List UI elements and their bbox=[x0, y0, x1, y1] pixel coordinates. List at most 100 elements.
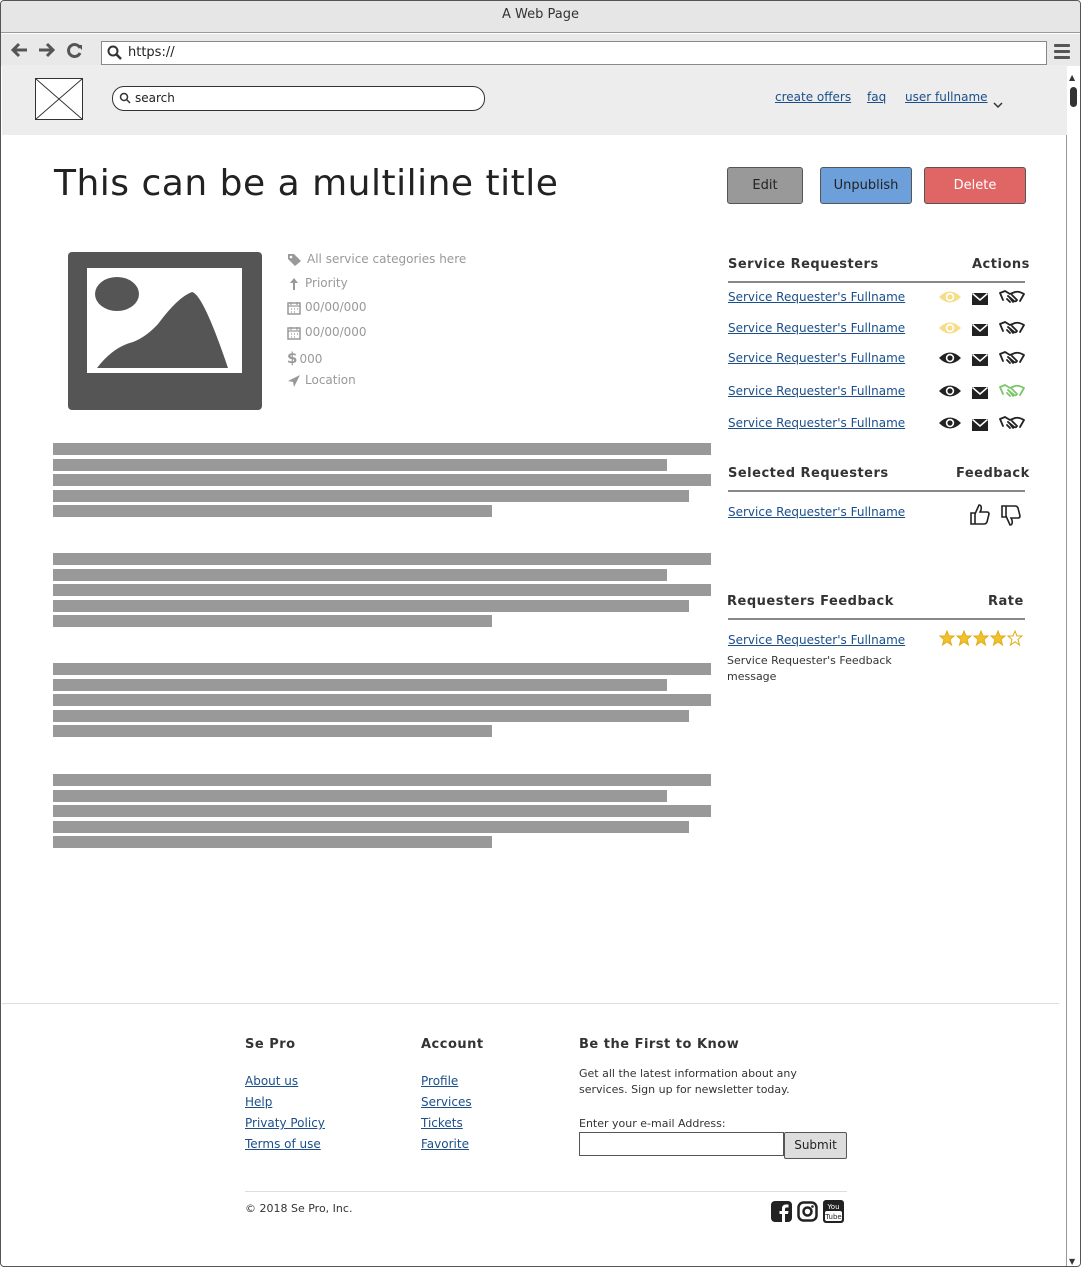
about-us-link[interactable]: About us bbox=[245, 1074, 298, 1088]
instagram-icon[interactable] bbox=[797, 1201, 818, 1226]
dollar-icon: $ bbox=[287, 349, 298, 367]
footer-heading-newsletter: Be the First to Know bbox=[579, 1037, 740, 1052]
search-icon bbox=[119, 92, 131, 104]
search-placeholder: search bbox=[135, 91, 175, 105]
star-filled-icon bbox=[972, 629, 990, 650]
terms-of-use-link[interactable]: Terms of use bbox=[245, 1137, 321, 1151]
date2-text: 00/00/000 bbox=[305, 325, 367, 339]
tickets-link[interactable]: Tickets bbox=[421, 1116, 463, 1130]
handshake-icon[interactable] bbox=[999, 350, 1025, 370]
help-link[interactable]: Help bbox=[245, 1095, 272, 1109]
message-envelope-icon[interactable] bbox=[972, 291, 988, 310]
faq-link[interactable]: faq bbox=[867, 90, 886, 104]
scroll-up-icon[interactable]: ▲ bbox=[1069, 73, 1075, 82]
requester-name-link[interactable]: Service Requester's Fullname bbox=[728, 351, 905, 365]
unpublish-button[interactable]: Unpublish bbox=[820, 167, 912, 204]
thumbs-up-icon[interactable] bbox=[969, 502, 991, 530]
arrow-up-icon bbox=[290, 277, 298, 290]
services-link[interactable]: Services bbox=[421, 1095, 472, 1109]
window-titlebar: A Web Page bbox=[1, 1, 1080, 33]
handshake-icon[interactable] bbox=[999, 415, 1025, 435]
meta-date-1: 00/00/000 bbox=[287, 300, 367, 315]
tags-icon bbox=[288, 253, 301, 266]
handshake-icon[interactable] bbox=[999, 383, 1025, 403]
create-offers-link[interactable]: create offers bbox=[775, 90, 851, 104]
scroll-down-icon[interactable]: ▼ bbox=[1069, 1257, 1075, 1266]
view-eye-icon[interactable] bbox=[938, 350, 962, 370]
scroll-thumb[interactable] bbox=[1070, 87, 1077, 107]
user-menu-link[interactable]: user fullname bbox=[905, 90, 988, 104]
footer-heading-sepro: Se Pro bbox=[245, 1037, 296, 1052]
footer-heading-account: Account bbox=[421, 1037, 484, 1052]
back-icon[interactable] bbox=[10, 42, 29, 63]
menu-icon[interactable] bbox=[1054, 44, 1070, 62]
newsletter-text-2: services. Sign up for newsletter today. bbox=[579, 1083, 790, 1096]
handshake-icon[interactable] bbox=[999, 320, 1025, 340]
delete-button[interactable]: Delete bbox=[924, 167, 1026, 204]
view-eye-icon[interactable] bbox=[938, 415, 962, 435]
svg-text:You: You bbox=[826, 1203, 839, 1211]
selected-requester-link[interactable]: Service Requester's Fullname bbox=[728, 505, 905, 519]
favorite-link[interactable]: Favorite bbox=[421, 1137, 469, 1151]
view-eye-icon[interactable] bbox=[938, 320, 962, 340]
footer-separator bbox=[245, 1191, 847, 1192]
actions-heading: Actions bbox=[972, 257, 1030, 272]
feedback-heading: Feedback bbox=[956, 466, 1030, 481]
divider bbox=[728, 490, 1025, 492]
browser-window: A Web Page https:// ▲ ▼ search create of bbox=[0, 0, 1081, 1267]
meta-location: Location bbox=[287, 373, 356, 388]
logo[interactable] bbox=[35, 78, 83, 120]
location-text: Location bbox=[305, 373, 356, 387]
divider bbox=[728, 618, 1025, 620]
submit-button[interactable]: Submit bbox=[784, 1132, 847, 1159]
facebook-icon[interactable] bbox=[771, 1201, 792, 1226]
reload-icon[interactable] bbox=[66, 42, 84, 63]
service-requesters-heading: Service Requesters bbox=[728, 257, 879, 272]
youtube-icon[interactable]: You Tube bbox=[823, 1200, 844, 1227]
profile-link[interactable]: Profile bbox=[421, 1074, 458, 1088]
date1-text: 00/00/000 bbox=[305, 300, 367, 314]
feedback-message: Service Requester's Feedback message bbox=[727, 654, 892, 683]
divider bbox=[728, 281, 1025, 283]
handshake-icon[interactable] bbox=[999, 289, 1025, 309]
requester-name-link[interactable]: Service Requester's Fullname bbox=[728, 321, 905, 335]
chevron-down-icon[interactable] bbox=[993, 94, 1003, 113]
requester-name-link[interactable]: Service Requester's Fullname bbox=[728, 290, 905, 304]
calendar-icon bbox=[287, 326, 301, 340]
text-block bbox=[53, 663, 711, 741]
address-bar[interactable]: https:// bbox=[101, 41, 1047, 65]
message-envelope-icon[interactable] bbox=[972, 417, 988, 436]
rating-stars bbox=[938, 629, 1024, 650]
thumbs-down-icon[interactable] bbox=[1000, 504, 1022, 532]
search-input[interactable]: search bbox=[112, 86, 485, 111]
scrollbar[interactable]: ▲ ▼ bbox=[1066, 71, 1080, 1266]
message-envelope-icon[interactable] bbox=[972, 385, 988, 404]
location-arrow-icon bbox=[288, 374, 300, 387]
privacy-policy-link[interactable]: Privaty Policy bbox=[245, 1116, 325, 1130]
site-header: search create offers faq user fullname bbox=[2, 65, 1067, 135]
view-eye-icon[interactable] bbox=[938, 289, 962, 309]
url-text: https:// bbox=[128, 45, 175, 60]
window-title: A Web Page bbox=[502, 7, 579, 22]
message-envelope-icon[interactable] bbox=[972, 322, 988, 341]
calendar-icon bbox=[287, 301, 301, 315]
copyright: © 2018 Se Pro, Inc. bbox=[245, 1202, 353, 1215]
view-eye-icon[interactable] bbox=[938, 383, 962, 403]
requester-name-link[interactable]: Service Requester's Fullname bbox=[728, 384, 905, 398]
email-input[interactable] bbox=[579, 1132, 784, 1156]
star-filled-icon bbox=[938, 629, 956, 650]
feedback-requester-link[interactable]: Service Requester's Fullname bbox=[728, 633, 905, 647]
meta-priority: Priority bbox=[287, 276, 348, 291]
price-text: 000 bbox=[299, 352, 323, 366]
star-filled-icon bbox=[989, 629, 1007, 650]
edit-button[interactable]: Edit bbox=[727, 167, 803, 204]
text-block bbox=[53, 443, 711, 521]
categories-text: All service categories here bbox=[307, 252, 467, 266]
star-empty-icon bbox=[1006, 629, 1024, 650]
requester-name-link[interactable]: Service Requester's Fullname bbox=[728, 416, 905, 430]
page-title: This can be a multiline title bbox=[54, 163, 559, 204]
meta-price: $000 bbox=[287, 349, 322, 367]
forward-icon[interactable] bbox=[37, 42, 56, 63]
message-envelope-icon[interactable] bbox=[972, 352, 988, 371]
text-block bbox=[53, 553, 711, 631]
